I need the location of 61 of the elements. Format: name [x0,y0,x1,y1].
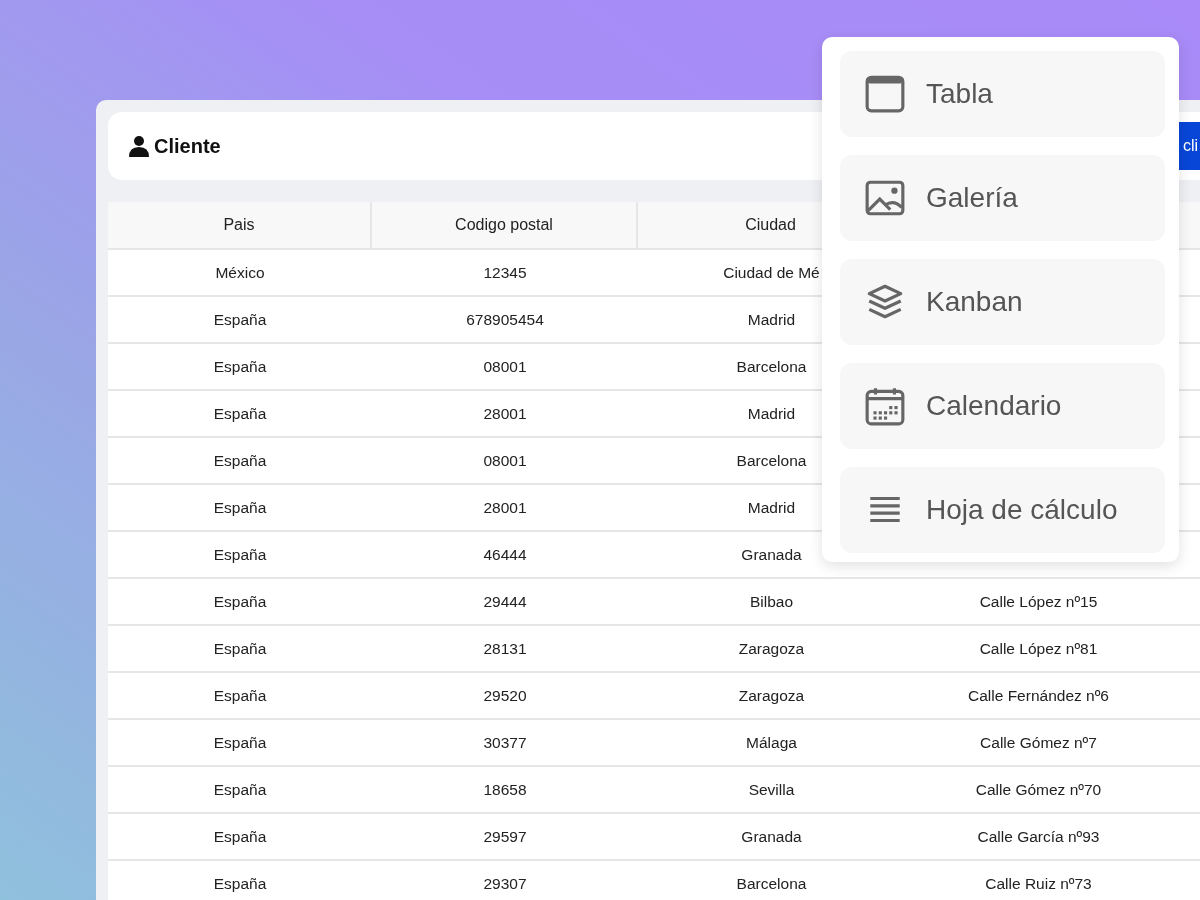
table-cell: Madrid [747,404,796,423]
table-cell: 29520 [483,686,527,705]
menu-item[interactable]: Kanban [840,259,1165,345]
table-cell: España [213,357,267,376]
table-cell: Barcelona [736,451,807,470]
table-cell: Barcelona [736,357,807,376]
menu-item[interactable]: Calendario [840,363,1165,449]
page-title: Cliente [154,134,221,158]
table-cell: España [213,874,267,893]
user-icon [128,135,150,157]
table-cell: Málaga [746,733,797,752]
table-cell: Zaragoza [738,639,805,658]
table-cell: 29307 [483,874,527,893]
table-cell: España [213,686,267,705]
table-cell: 28001 [483,498,527,517]
menu-item[interactable]: Galería [840,155,1165,241]
table-cell: Calle López nº15 [979,592,1098,611]
calendar-icon [864,386,906,426]
table-cell: Calle Ruiz nº73 [985,874,1092,893]
menu-item[interactable]: Hoja de cálculo [840,467,1165,553]
table-cell: 29444 [483,592,527,611]
table-cell: México [215,263,265,282]
table-cell: Calle García nº93 [977,827,1100,846]
table-cell: Ciudad de Mé [723,263,820,282]
table-cell: 678905454 [466,310,544,329]
column-header[interactable]: Pais [108,202,372,248]
table-cell: 28131 [483,639,527,658]
table-cell: Madrid [747,498,796,517]
table-cell: España [213,451,267,470]
table-cell: 18658 [483,780,527,799]
table-cell: España [213,827,267,846]
table-cell: España [213,404,267,423]
table-cell: 08001 [483,357,527,376]
table-cell: Calle Fernández nº6 [968,686,1109,705]
table-cell: España [213,310,267,329]
table-cell: 46444 [483,545,527,564]
table-cell: España [213,545,267,564]
table-cell: Calle López nº81 [979,639,1098,658]
table-cell: 08001 [483,451,527,470]
table-cell: España [213,780,267,799]
table-cell: España [213,639,267,658]
image-icon [864,178,906,218]
table-cell: Calle Gómez nº7 [980,733,1097,752]
table-cell: Bilbao [749,592,794,611]
table-cell: 28001 [483,404,527,423]
window-icon [864,74,906,114]
menu-item[interactable]: Tabla [840,51,1165,137]
table-cell: España [213,733,267,752]
table-cell: España [213,592,267,611]
table-cell: 29597 [483,827,527,846]
table-cell: Madrid [747,310,796,329]
table-cell: Calle Gómez nº70 [975,780,1102,799]
table-cell: Zaragoza [738,686,805,705]
table-cell: 30377 [483,733,527,752]
column-header[interactable]: Codigo postal [372,202,638,248]
table-cell: Granada [741,545,802,564]
table-cell: Sevilla [748,780,795,799]
table-cell: Granada [741,827,802,846]
table-cell: España [213,498,267,517]
table-cell: 12345 [483,263,527,282]
table-cell: Barcelona [736,874,807,893]
